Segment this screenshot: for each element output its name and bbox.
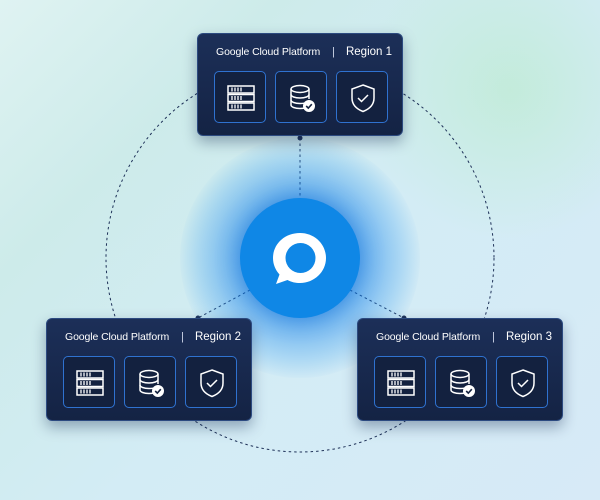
region-label: Region 1	[345, 46, 393, 58]
diagram-canvas: Google Cloud Platform | Region 1 Google …	[0, 0, 600, 500]
service-tile-security	[496, 356, 548, 408]
header-separator: |	[492, 331, 495, 343]
card-header: Google Cloud Platform | Region 1	[212, 43, 392, 61]
region-label: Region 3	[505, 331, 553, 343]
server-rack-icon	[387, 370, 415, 396]
service-tile-compute	[63, 356, 115, 408]
header-separator: |	[181, 331, 184, 343]
region-card-1: Google Cloud Platform | Region 1	[197, 33, 403, 136]
region-card-3: Google Cloud Platform | Region 3	[357, 318, 563, 421]
chat-bubble-icon	[273, 233, 326, 284]
service-tile-security	[185, 356, 237, 408]
brand-label: Google Cloud Platform	[376, 331, 481, 343]
service-tile-compute	[374, 356, 426, 408]
shield-check-icon	[511, 369, 535, 398]
service-tile-compute	[214, 71, 266, 123]
service-tile-database	[275, 71, 327, 123]
shield-check-icon	[351, 84, 375, 113]
server-rack-icon	[227, 85, 255, 111]
brand-label: Google Cloud Platform	[216, 46, 321, 58]
database-check-icon	[450, 369, 475, 397]
card-header: Google Cloud Platform | Region 3	[372, 328, 552, 346]
database-check-icon	[139, 369, 164, 397]
card-header: Google Cloud Platform | Region 2	[61, 328, 241, 346]
server-rack-icon	[76, 370, 104, 396]
brand-label: Google Cloud Platform	[65, 331, 170, 343]
service-tile-database	[124, 356, 176, 408]
database-check-icon	[290, 84, 315, 112]
hub-node	[240, 198, 360, 318]
service-tile-database	[435, 356, 487, 408]
region-label: Region 2	[194, 331, 242, 343]
region-card-2: Google Cloud Platform | Region 2	[46, 318, 252, 421]
header-separator: |	[332, 46, 335, 58]
service-tile-security	[336, 71, 388, 123]
shield-check-icon	[200, 369, 224, 398]
